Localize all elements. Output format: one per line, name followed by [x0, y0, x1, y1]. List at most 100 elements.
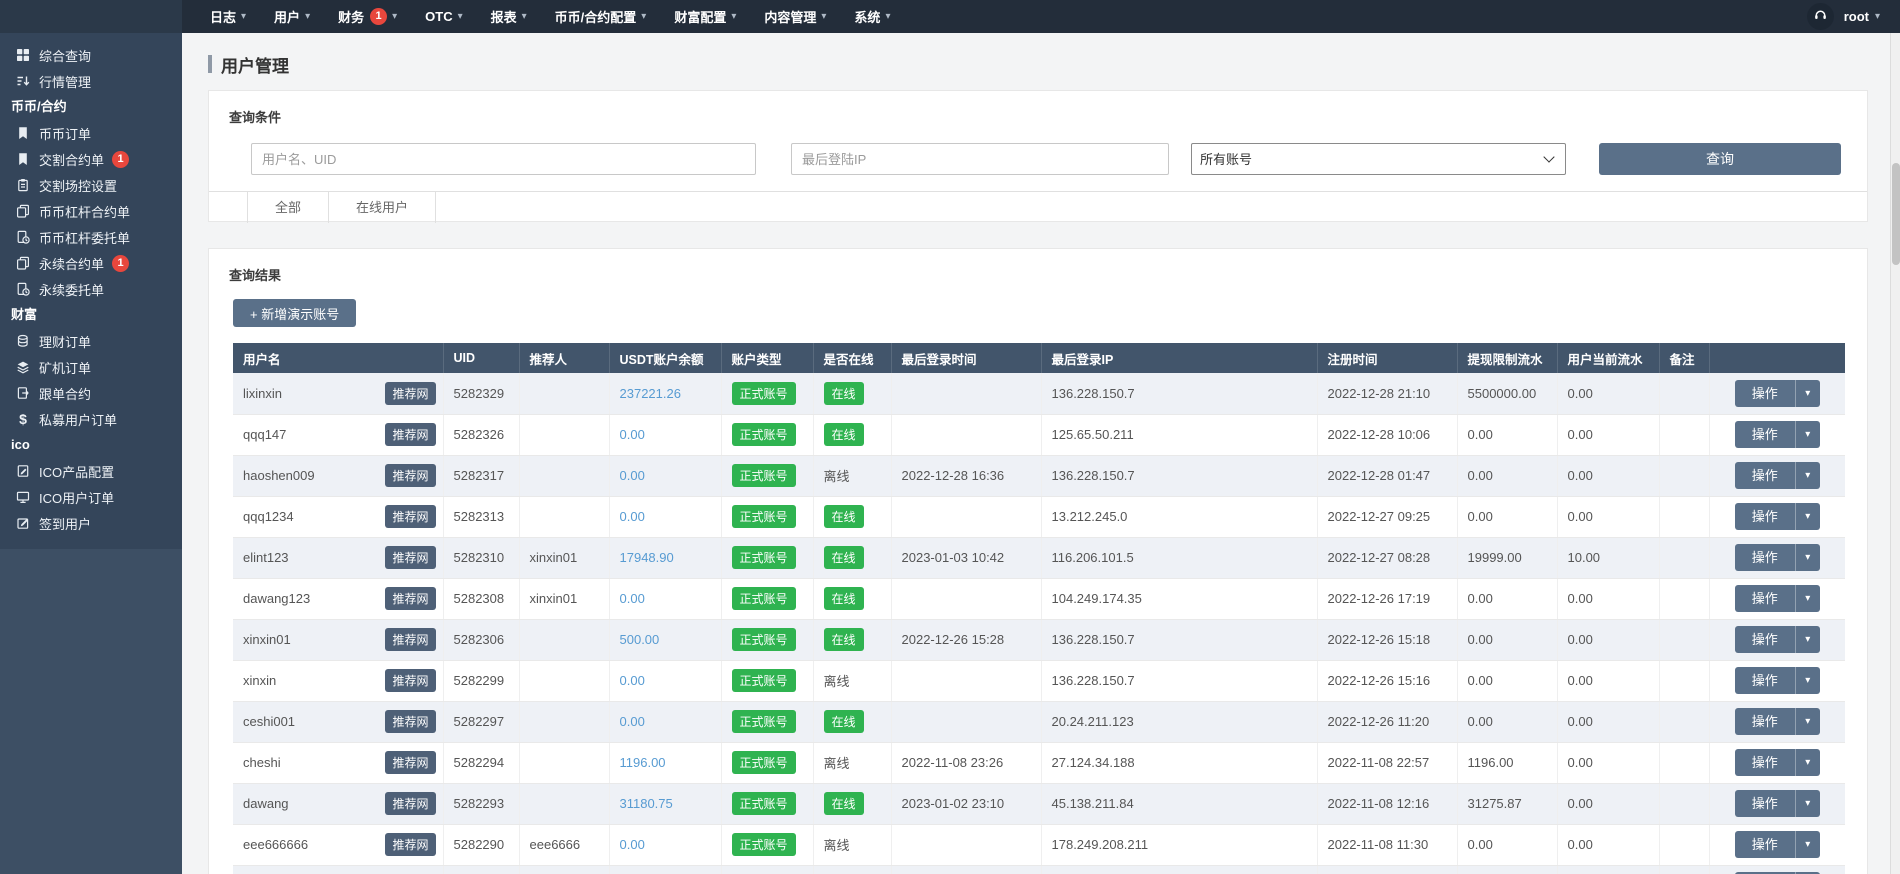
- action-dropdown-toggle[interactable]: ▾: [1795, 790, 1820, 817]
- sidebar-item[interactable]: 交割场控设置: [0, 172, 182, 198]
- action-dropdown-toggle[interactable]: ▾: [1795, 585, 1820, 612]
- sidebar-item[interactable]: 永续委托单: [0, 276, 182, 302]
- action-dropdown-toggle[interactable]: ▾: [1795, 544, 1820, 571]
- remark-cell: [1659, 783, 1709, 824]
- action-button[interactable]: 操作: [1735, 667, 1795, 694]
- sidebar-item[interactable]: 币币杠杆委托单: [0, 224, 182, 250]
- action-split-button[interactable]: 操作▾: [1735, 503, 1820, 530]
- register-time-cell: 2022-12-28 21:10: [1317, 373, 1457, 414]
- sidebar-item[interactable]: 交割合约单1: [0, 146, 182, 172]
- remark-cell: [1659, 742, 1709, 783]
- nav-item-label: 用户: [274, 7, 300, 26]
- account-type-badge: 正式账号: [732, 628, 796, 651]
- action-split-button[interactable]: 操作▾: [1735, 626, 1820, 653]
- balance-link[interactable]: 237221.26: [620, 386, 681, 401]
- column-header: [1709, 343, 1845, 373]
- sidebar-item[interactable]: 理财订单: [0, 328, 182, 354]
- username-uid-input[interactable]: [251, 143, 756, 175]
- filter-tabs: 全部 在线用户: [209, 191, 1867, 223]
- action-dropdown-toggle[interactable]: ▾: [1795, 462, 1820, 489]
- action-dropdown-toggle[interactable]: ▾: [1795, 503, 1820, 530]
- balance-link[interactable]: 17948.90: [620, 550, 674, 565]
- action-dropdown-toggle[interactable]: ▾: [1795, 749, 1820, 776]
- balance-link[interactable]: 1196.00: [620, 755, 666, 770]
- action-button[interactable]: 操作: [1735, 626, 1795, 653]
- nav-item[interactable]: OTC▾: [411, 0, 476, 33]
- action-button[interactable]: 操作: [1735, 790, 1795, 817]
- balance-link[interactable]: 0.00: [620, 468, 645, 483]
- action-split-button[interactable]: 操作▾: [1735, 380, 1820, 407]
- balance-link[interactable]: 0.00: [620, 673, 645, 688]
- search-button[interactable]: 查询: [1599, 143, 1841, 175]
- scrollbar-track[interactable]: [1890, 33, 1900, 874]
- action-button[interactable]: 操作: [1735, 749, 1795, 776]
- tab-all[interactable]: 全部: [247, 192, 329, 223]
- action-split-button[interactable]: 操作▾: [1735, 421, 1820, 448]
- action-button[interactable]: 操作: [1735, 380, 1795, 407]
- action-button[interactable]: 操作: [1735, 708, 1795, 735]
- username-text: xinxin01: [243, 632, 291, 647]
- nav-item[interactable]: 内容管理▾: [750, 0, 840, 33]
- action-dropdown-toggle[interactable]: ▾: [1795, 380, 1820, 407]
- balance-link[interactable]: 31180.75: [620, 796, 673, 811]
- referrer-cell: [519, 865, 609, 874]
- balance-link[interactable]: 500.00: [620, 632, 660, 647]
- add-demo-account-button[interactable]: + 新增演示账号: [233, 299, 356, 327]
- balance-link[interactable]: 0.00: [620, 837, 645, 852]
- chevron-down-icon: ▾: [392, 11, 397, 22]
- action-split-button[interactable]: 操作▾: [1735, 544, 1820, 571]
- action-button[interactable]: 操作: [1735, 462, 1795, 489]
- balance-link[interactable]: 0.00: [620, 427, 645, 442]
- withdraw-limit-cell: 0.00: [1457, 701, 1557, 742]
- user-avatar[interactable]: [1807, 3, 1834, 30]
- action-dropdown-toggle[interactable]: ▾: [1795, 626, 1820, 653]
- balance-link[interactable]: 0.00: [620, 714, 645, 729]
- action-button[interactable]: 操作: [1735, 585, 1795, 612]
- action-split-button[interactable]: 操作▾: [1735, 585, 1820, 612]
- action-dropdown-toggle[interactable]: ▾: [1795, 421, 1820, 448]
- nav-item[interactable]: 用户▾: [260, 0, 324, 33]
- sidebar-item[interactable]: 币币订单: [0, 120, 182, 146]
- nav-item[interactable]: 系统▾: [840, 0, 904, 33]
- action-dropdown-toggle[interactable]: ▾: [1795, 708, 1820, 735]
- nav-item[interactable]: 币币/合约配置▾: [541, 0, 661, 33]
- action-button[interactable]: 操作: [1735, 544, 1795, 571]
- sidebar-item[interactable]: 签到用户: [0, 510, 182, 536]
- column-header: 推荐人: [519, 343, 609, 373]
- online-status-cell: 在线: [813, 783, 891, 824]
- action-split-button[interactable]: 操作▾: [1735, 790, 1820, 817]
- nav-item[interactable]: 财务1▾: [324, 0, 411, 33]
- sidebar-item[interactable]: $私募用户订单: [0, 406, 182, 432]
- action-split-button[interactable]: 操作▾: [1735, 749, 1820, 776]
- sidebar-item[interactable]: 永续合约单1: [0, 250, 182, 276]
- balance-link[interactable]: 0.00: [620, 509, 645, 524]
- action-cell: 操作▾: [1709, 742, 1845, 783]
- scrollbar-thumb[interactable]: [1892, 163, 1900, 265]
- action-dropdown-toggle[interactable]: ▾: [1795, 667, 1820, 694]
- sidebar-item[interactable]: ICO产品配置: [0, 458, 182, 484]
- action-dropdown-toggle[interactable]: ▾: [1795, 831, 1820, 858]
- account-type-cell: 正式账号: [721, 496, 813, 537]
- action-button[interactable]: 操作: [1735, 503, 1795, 530]
- action-split-button[interactable]: 操作▾: [1735, 667, 1820, 694]
- last-login-ip-input[interactable]: [791, 143, 1169, 175]
- balance-link[interactable]: 0.00: [620, 591, 645, 606]
- action-button[interactable]: 操作: [1735, 831, 1795, 858]
- nav-item[interactable]: 日志▾: [196, 0, 260, 33]
- account-type-select[interactable]: 所有账号: [1191, 143, 1566, 175]
- sidebar-item[interactable]: 跟单合约: [0, 380, 182, 406]
- sidebar-item[interactable]: 综合查询: [0, 42, 182, 68]
- sidebar-item[interactable]: 矿机订单: [0, 354, 182, 380]
- nav-item[interactable]: 财富配置▾: [660, 0, 750, 33]
- tab-online-users[interactable]: 在线用户: [329, 192, 436, 223]
- sidebar-item[interactable]: ICO用户订单: [0, 484, 182, 510]
- sidebar-item[interactable]: 币币杠杆合约单: [0, 198, 182, 224]
- action-button[interactable]: 操作: [1735, 421, 1795, 448]
- action-split-button[interactable]: 操作▾: [1735, 462, 1820, 489]
- action-split-button[interactable]: 操作▾: [1735, 708, 1820, 735]
- sidebar-item[interactable]: 行情管理: [0, 68, 182, 94]
- username-text: cheshi: [243, 755, 281, 770]
- username-label[interactable]: root: [1844, 9, 1869, 24]
- action-split-button[interactable]: 操作▾: [1735, 831, 1820, 858]
- nav-item[interactable]: 报表▾: [477, 0, 541, 33]
